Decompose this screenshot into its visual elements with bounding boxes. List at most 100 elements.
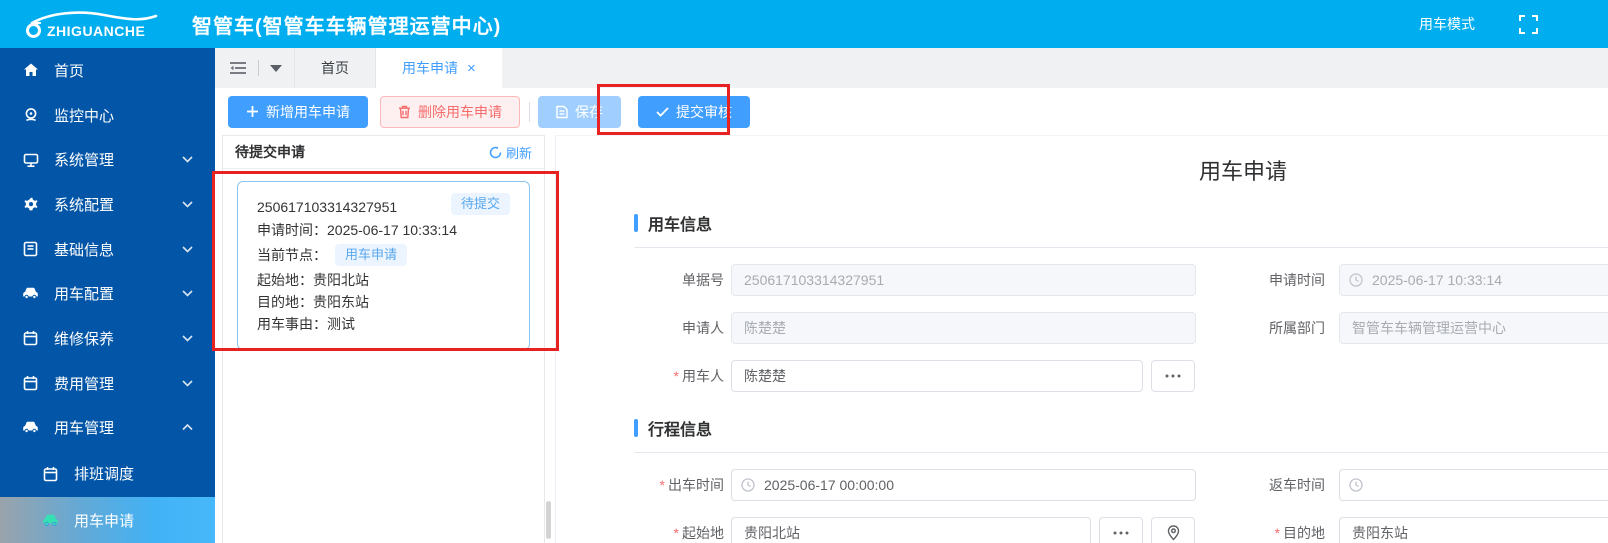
sidebar-item-label: 系统管理 bbox=[54, 152, 115, 170]
return-time-label: 返车时间 bbox=[1269, 477, 1325, 493]
tab-home[interactable]: 首页 bbox=[294, 48, 375, 88]
panel-container: 待提交申请 刷新 250617103314327951 待提交 申请时间：202… bbox=[215, 135, 1608, 543]
pending-panel-title: 待提交申请 bbox=[235, 144, 305, 160]
refresh-icon bbox=[489, 146, 502, 158]
sidebar-item-system-management[interactable]: 系统管理 bbox=[0, 137, 215, 182]
content-area: 首页 用车申请 × 新增用车申请 删除用车申请 保存 提交审核 待提交申请 刷新… bbox=[215, 48, 1608, 543]
application-card[interactable]: 250617103314327951 待提交 申请时间：2025-06-17 1… bbox=[237, 181, 530, 350]
sidebar-item-label: 系统配置 bbox=[54, 196, 115, 214]
sidebar-item-home[interactable]: 首页 bbox=[0, 48, 215, 93]
sidebar-item-label: 基础信息 bbox=[54, 241, 115, 259]
toolbar-divider bbox=[258, 60, 259, 76]
vehicle-mode-link[interactable]: 用车模式 bbox=[1419, 14, 1475, 34]
document-icon bbox=[556, 105, 568, 118]
app-title: 智管车(智管车车辆管理运营中心) bbox=[192, 15, 502, 38]
check-icon bbox=[656, 106, 669, 117]
card-destination: 目的地：贵阳东站 bbox=[257, 294, 369, 310]
add-application-button[interactable]: 新增用车申请 bbox=[228, 95, 368, 128]
home-icon bbox=[22, 62, 39, 79]
apply-time-field[interactable] bbox=[1339, 264, 1608, 296]
toolbar-divider bbox=[529, 101, 530, 122]
depart-time-field[interactable] bbox=[731, 469, 1196, 501]
logo-ring-icon bbox=[26, 23, 41, 38]
car-icon bbox=[22, 285, 39, 302]
section-trip-info: 行程信息 bbox=[634, 416, 1608, 453]
submit-review-button[interactable]: 提交审核 bbox=[638, 95, 750, 128]
sidebar-subitem-vehicle-application[interactable]: 用车申请 bbox=[0, 497, 215, 543]
delete-application-button[interactable]: 删除用车申请 bbox=[380, 95, 520, 128]
car-user-field[interactable] bbox=[731, 360, 1143, 392]
panel-gap bbox=[545, 135, 555, 543]
chevron-down-icon bbox=[182, 290, 193, 297]
chevron-down-icon bbox=[182, 156, 193, 163]
app-window: ZHIGUANCHE 智管车(智管车车辆管理运营中心) 用车模式 首页 监控中心 bbox=[0, 0, 1608, 543]
sidebar-item-expense-management[interactable]: 费用管理 bbox=[0, 361, 215, 406]
section-marker bbox=[634, 214, 638, 232]
origin-label: * 起始地 bbox=[673, 525, 724, 541]
return-time-field[interactable] bbox=[1339, 469, 1608, 501]
menu-fold-icon[interactable] bbox=[229, 61, 247, 75]
section-marker bbox=[634, 419, 638, 437]
car-icon bbox=[22, 419, 39, 436]
trash-icon bbox=[399, 105, 410, 118]
calendar-icon bbox=[22, 375, 39, 392]
section-vehicle-info: 用车信息 bbox=[634, 211, 1608, 248]
ellipsis-icon bbox=[1113, 531, 1129, 535]
close-tab-icon[interactable]: × bbox=[467, 61, 476, 76]
card-current-node: 当前节点： 用车申请 bbox=[257, 244, 510, 266]
status-badge: 待提交 bbox=[450, 193, 510, 215]
origin-field[interactable] bbox=[731, 517, 1091, 543]
apply-time-label: 申请时间 bbox=[1269, 272, 1325, 288]
sidebar-subitem-label: 用车申请 bbox=[74, 513, 135, 531]
dest-field[interactable] bbox=[1339, 517, 1608, 543]
order-no-label: 单据号 bbox=[682, 272, 724, 288]
fullscreen-icon[interactable] bbox=[1519, 14, 1538, 34]
department-field[interactable] bbox=[1339, 312, 1608, 344]
card-reason: 用车事由：测试 bbox=[257, 316, 355, 332]
sidebar-item-system-config[interactable]: 系统配置 bbox=[0, 182, 215, 227]
location-pin-icon bbox=[1167, 525, 1179, 541]
monitor-icon bbox=[22, 151, 39, 168]
logo-text: ZHIGUANCHE bbox=[47, 22, 146, 39]
department-label: 所属部门 bbox=[1269, 320, 1325, 336]
applicant-label: 申请人 bbox=[682, 320, 724, 336]
sidebar-subitem-schedule[interactable]: 排班调度 bbox=[0, 450, 215, 497]
tab-list-dropdown-icon[interactable] bbox=[270, 64, 282, 72]
car-icon bbox=[42, 512, 59, 529]
sidebar-item-label: 维修保养 bbox=[54, 330, 115, 348]
pending-applications-panel: 待提交申请 刷新 250617103314327951 待提交 申请时间：202… bbox=[222, 135, 545, 543]
refresh-button[interactable]: 刷新 bbox=[489, 143, 532, 162]
chevron-up-icon bbox=[182, 424, 193, 431]
sidebar-item-vehicle-config[interactable]: 用车配置 bbox=[0, 271, 215, 316]
application-form-panel: 用车申请 用车信息 单据号 申请时间 bbox=[555, 135, 1608, 543]
order-no-field[interactable] bbox=[731, 264, 1196, 296]
sidebar-item-maintenance[interactable]: 维修保养 bbox=[0, 316, 215, 361]
card-order-number: 250617103314327951 bbox=[257, 199, 398, 215]
applicant-field[interactable] bbox=[731, 312, 1196, 344]
action-toolbar: 新增用车申请 删除用车申请 保存 提交审核 bbox=[215, 88, 1608, 135]
sidebar-item-label: 费用管理 bbox=[54, 375, 115, 393]
car-user-picker-button[interactable] bbox=[1151, 360, 1195, 392]
book-icon bbox=[22, 241, 39, 258]
vertical-scrollbar-thumb[interactable] bbox=[546, 501, 551, 539]
calendar-icon bbox=[22, 330, 39, 347]
calendar-icon bbox=[42, 465, 59, 482]
sidebar-item-basic-info[interactable]: 基础信息 bbox=[0, 227, 215, 272]
sidebar-item-label: 监控中心 bbox=[54, 107, 115, 125]
origin-picker-button[interactable] bbox=[1099, 517, 1143, 543]
sidebar-item-monitor-center[interactable]: 监控中心 bbox=[0, 93, 215, 138]
tab-vehicle-application[interactable]: 用车申请 × bbox=[375, 48, 502, 88]
sidebar-item-label: 用车管理 bbox=[54, 420, 115, 438]
sidebar-item-vehicle-management[interactable]: 用车管理 bbox=[0, 406, 215, 451]
gear-icon bbox=[22, 196, 39, 213]
dest-label: * 目的地 bbox=[1274, 525, 1325, 541]
brand-logo: ZHIGUANCHE bbox=[26, 10, 178, 39]
card-apply-time: 申请时间：2025-06-17 10:33:14 bbox=[257, 222, 457, 238]
tab-bar: 首页 用车申请 × bbox=[215, 48, 1608, 88]
form-title: 用车申请 bbox=[1198, 159, 1287, 184]
origin-map-button[interactable] bbox=[1151, 517, 1195, 543]
plus-icon bbox=[247, 106, 258, 117]
depart-time-label: * 出车时间 bbox=[659, 477, 724, 493]
node-badge: 用车申请 bbox=[335, 244, 408, 266]
save-button[interactable]: 保存 bbox=[538, 95, 621, 128]
